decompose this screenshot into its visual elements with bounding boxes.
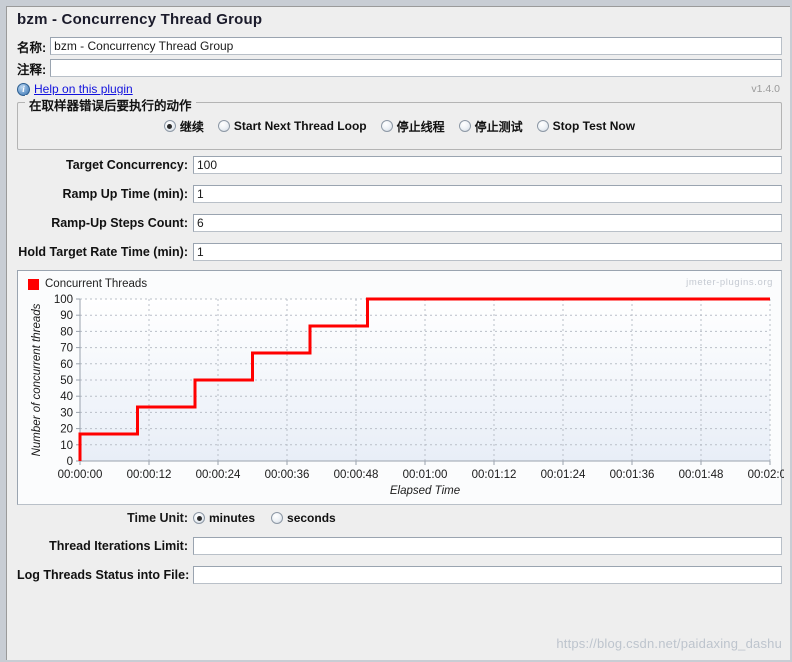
error-action-radio-label: 停止测试 — [474, 119, 523, 134]
y-axis-tick-label: 60 — [60, 359, 73, 371]
comment-input[interactable] — [50, 59, 782, 77]
radio-dot — [217, 120, 230, 132]
error-action-radio-label: Start Next Thread Loop — [233, 119, 367, 133]
bottom-field-input[interactable] — [193, 536, 782, 555]
x-axis-tick-label: 00:01:36 — [610, 469, 655, 481]
y-axis-tick-label: 0 — [67, 456, 73, 468]
radio-dot — [271, 512, 284, 524]
radio-dot — [193, 512, 205, 524]
thread-group-panel: bzm - Concurrency Thread Group 名称: 注释: i… — [6, 6, 790, 660]
error-action-radio-label: Stop Test Now — [552, 119, 636, 133]
param-row-1: Ramp Up Time (min): — [7, 179, 790, 208]
y-axis-tick-label: 100 — [54, 294, 73, 306]
y-axis-tick-label: 10 — [60, 440, 73, 452]
x-axis-tick-label: 00:01:12 — [472, 469, 517, 481]
y-axis-tick-label: 50 — [60, 375, 73, 387]
x-axis-tick-label: 00:00:24 — [196, 469, 241, 481]
x-axis-tick-label: 00:00:12 — [127, 469, 172, 481]
param-row-3: Hold Target Rate Time (min): — [7, 237, 790, 266]
y-axis-tick-label: 30 — [60, 407, 73, 419]
param-input[interactable] — [193, 242, 782, 261]
time-unit-radio-label: minutes — [209, 511, 256, 525]
bottom-field-row-1: Log Threads Status into File: — [7, 560, 790, 589]
sampler-error-action-group: 在取样器错误后要执行的动作 继续 Start Next Thread Loop 停止… — [17, 95, 782, 150]
error-action-radio-2[interactable]: 停止线程 — [380, 118, 445, 135]
help-on-this-plugin-link[interactable]: Help on this plugin — [34, 82, 133, 96]
error-action-radio-3[interactable]: 停止测试 — [458, 118, 523, 135]
time-unit-radio-1[interactable]: seconds — [271, 511, 336, 525]
bottom-field-rows: Thread Iterations Limit: Log Threads Stat… — [7, 531, 790, 589]
name-row: 名称: — [7, 35, 790, 57]
bottom-field-label: Thread Iterations Limit: — [49, 538, 188, 553]
param-label: Ramp-Up Steps Count: — [51, 215, 188, 230]
time-unit-radio-label: seconds — [287, 511, 336, 525]
param-row-2: Ramp-Up Steps Count: — [7, 208, 790, 237]
sampler-error-action-title: 在取样器错误后要执行的动作 — [25, 95, 196, 114]
name-label: 名称: — [17, 40, 47, 55]
x-axis-tick-label: 00:01:24 — [541, 469, 586, 481]
x-axis-tick-label: 00:02:00 — [748, 469, 784, 481]
radio-dot — [380, 120, 393, 132]
x-axis-tick-label: 00:01:00 — [403, 469, 448, 481]
error-action-radio-1[interactable]: Start Next Thread Loop — [217, 119, 367, 133]
y-axis-tick-label: 70 — [60, 343, 73, 355]
param-input[interactable] — [193, 184, 782, 203]
x-axis-title: Elapsed Time — [390, 485, 460, 497]
param-label: Target Concurrency: — [65, 157, 188, 172]
time-unit-options: minutes seconds — [193, 511, 336, 525]
x-axis-tick-label: 00:00:48 — [334, 469, 379, 481]
radio-dot — [536, 120, 549, 132]
param-input[interactable] — [193, 213, 782, 232]
error-action-radio-label: 停止线程 — [396, 119, 445, 134]
y-axis-tick-label: 40 — [60, 391, 73, 403]
x-axis-tick-label: 00:00:36 — [265, 469, 310, 481]
name-input[interactable] — [50, 37, 782, 55]
panel-title-bar: bzm - Concurrency Thread Group — [7, 7, 790, 35]
info-icon: i — [17, 82, 30, 96]
error-action-radio-label: 继续 — [179, 119, 204, 134]
plugin-version-label: v1.4.0 — [751, 83, 780, 95]
comment-label: 注释: — [17, 62, 47, 77]
time-unit-label: Time Unit: — [127, 511, 188, 525]
concurrency-preview-chart: Concurrent Threads jmeter-plugins.org 01… — [17, 270, 784, 505]
time-unit-radio-0[interactable]: minutes — [193, 511, 255, 525]
error-action-radio-4[interactable]: Stop Test Now — [536, 119, 636, 133]
blog-watermark: https://blog.csdn.net/paidaxing_dashu — [556, 636, 782, 651]
bottom-field-input[interactable] — [193, 565, 782, 584]
parameter-rows: Target Concurrency: Ramp Up Time (min): Ra… — [7, 150, 790, 266]
param-input[interactable] — [193, 155, 782, 174]
comment-row: 注释: — [7, 57, 790, 79]
radio-dot — [458, 120, 471, 132]
param-label: Ramp Up Time (min): — [62, 186, 188, 201]
x-axis-tick-label: 00:00:00 — [58, 469, 103, 481]
bottom-field-row-0: Thread Iterations Limit: — [7, 531, 790, 560]
bottom-field-label: Log Threads Status into File: — [17, 567, 190, 582]
time-unit-row: Time Unit: minutes seconds — [7, 505, 790, 531]
x-axis-tick-label: 00:01:48 — [679, 469, 724, 481]
chart-canvas: 0 10 20 30 40 50 60 70 80 90 100 00:00:00 00:00:12 00… — [31, 294, 784, 497]
radio-dot — [163, 120, 176, 132]
param-label: Hold Target Rate Time (min): — [18, 244, 188, 259]
page-title: bzm - Concurrency Thread Group — [17, 11, 263, 28]
y-axis-tick-label: 20 — [60, 424, 73, 436]
y-axis-tick-label: 80 — [60, 326, 73, 338]
y-axis-tick-label: 90 — [60, 310, 73, 322]
error-action-radio-0[interactable]: 继续 — [163, 118, 204, 135]
param-row-0: Target Concurrency: — [7, 150, 790, 179]
y-axis-title: Number of concurrent threads — [31, 303, 43, 456]
